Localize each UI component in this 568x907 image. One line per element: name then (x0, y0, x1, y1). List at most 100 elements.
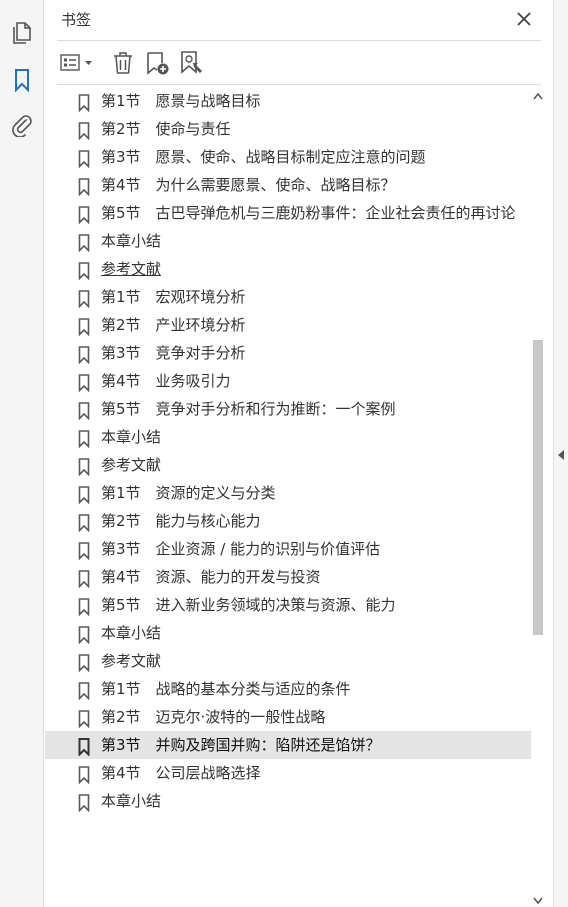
bookmark-item[interactable]: 第4节 公司层战略选择 (45, 759, 531, 787)
trash-icon (114, 52, 132, 74)
bookmark-icon (78, 290, 90, 308)
bookmark-icon (78, 94, 90, 112)
bookmark-label: 第3节 并购及跨国并购：陷阱还是馅饼？ (101, 736, 381, 754)
close-icon (517, 12, 531, 26)
bookmark-item[interactable]: 第4节 业务吸引力 (45, 367, 531, 395)
bookmark-item[interactable]: 第1节 战略的基本分类与适应的条件 (45, 675, 531, 703)
bookmark-label: 本章小结 (101, 428, 162, 446)
bookmark-icon (78, 542, 90, 560)
bookmark-label: 第5节 竞争对手分析和行为推断：一个案例 (101, 400, 396, 418)
bookmark-label: 参考文献 (101, 652, 162, 670)
bookmark-label: 第4节 业务吸引力 (101, 372, 231, 390)
bookmark-item[interactable]: 第1节 宏观环境分析 (45, 283, 531, 311)
bookmark-item[interactable]: 本章小结 (45, 423, 531, 451)
panel-title: 书签 (61, 11, 92, 29)
bookmark-item[interactable]: 第4节 资源、能力的开发与投资 (45, 563, 531, 591)
new-bookmark-button[interactable] (143, 49, 173, 77)
vertical-scrollbar[interactable] (531, 90, 545, 907)
bookmark-icon (78, 738, 90, 756)
bookmark-item[interactable]: 第2节 能力与核心能力 (45, 507, 531, 535)
bookmark-icon (78, 234, 90, 252)
bookmark-label: 第3节 竞争对手分析 (101, 344, 246, 362)
bookmark-icon (78, 346, 90, 364)
bookmark-item[interactable]: 第3节 竞争对手分析 (45, 339, 531, 367)
bookmark-item[interactable]: 第5节 古巴导弹危机与三鹿奶粉事件：企业社会责任的再讨论 (45, 199, 531, 227)
bookmark-icon (78, 430, 90, 448)
bookmark-item[interactable]: 参考文献 (45, 451, 531, 479)
scroll-down-arrow-icon[interactable] (533, 897, 543, 905)
bookmark-icon (78, 262, 90, 280)
bookmark-label: 第3节 愿景、使命、战略目标制定应注意的问题 (101, 148, 426, 166)
bookmark-icon (78, 794, 90, 812)
bookmark-icon (78, 598, 90, 616)
bookmark-icon (78, 654, 90, 672)
delete-bookmark-button[interactable] (109, 49, 137, 77)
add-bookmark-icon (147, 52, 169, 75)
attachments-button[interactable] (8, 111, 36, 139)
bookmark-icon (78, 178, 90, 196)
bookmark-label: 第1节 资源的定义与分类 (101, 484, 276, 502)
bookmark-icon (78, 122, 90, 140)
bookmark-icon (78, 318, 90, 336)
bookmark-icon (78, 766, 90, 784)
bookmarks-toolbar (57, 46, 547, 80)
scroll-up-arrow-icon[interactable] (533, 92, 543, 100)
bookmark-icon (78, 682, 90, 700)
bookmark-list: 第1节 愿景与战略目标 第2节 使命与责任第3节 愿景、使命、战略目标制定应注意的… (45, 85, 533, 907)
bookmark-icon (78, 150, 90, 168)
bookmark-icon (78, 626, 90, 644)
bookmark-label: 第2节 能力与核心能力 (101, 512, 261, 530)
close-panel-button[interactable] (515, 10, 533, 28)
bookmark-item[interactable]: 第3节 愿景、使命、战略目标制定应注意的问题 (45, 143, 531, 171)
bookmark-item[interactable]: 第3节 企业资源 / 能力的识别与价值评估 (45, 535, 531, 563)
bookmark-item[interactable]: 本章小结 (45, 227, 531, 255)
bookmark-label: 第1节 愿景与战略目标 (101, 92, 261, 110)
bookmarks-panel: 书签 第1节 愿景与战略目标 第2节 使命与责任 第3节 愿景、使命、战略目标制… (45, 0, 553, 907)
bookmark-item[interactable]: 第5节 进入新业务领域的决策与资源、能力 (45, 591, 531, 619)
bookmark-label: 第4节 为什么需要愿景、使命、战略目标？ (101, 176, 396, 194)
bookmark-search-icon (181, 51, 202, 74)
bookmark-item[interactable]: 参考文献 (45, 647, 531, 675)
bookmark-label: 第5节 古巴导弹危机与三鹿奶粉事件：企业社会责任的再讨论 (101, 204, 516, 222)
bookmark-icon (15, 69, 29, 92)
bookmark-item[interactable]: 本章小结 (45, 787, 531, 815)
page-thumbnails-button[interactable] (8, 19, 36, 47)
bookmark-item[interactable]: 第1节 愿景与战略目标 (45, 87, 531, 115)
pages-icon (13, 22, 31, 44)
scrollbar-thumb[interactable] (533, 340, 543, 635)
divider (57, 40, 541, 41)
bookmark-item[interactable]: 第2节 迈克尔·波特的一般性战略 (45, 703, 531, 731)
bookmark-icon (78, 374, 90, 392)
bookmark-icon (78, 514, 90, 532)
bookmark-item[interactable]: 第4节 为什么需要愿景、使命、战略目标？ (45, 171, 531, 199)
paperclip-icon (12, 115, 32, 137)
bookmark-label: 本章小结 (101, 232, 162, 250)
bookmark-item[interactable]: 参考文献 (45, 255, 531, 283)
bookmark-icon (78, 402, 90, 420)
bookmark-icon (78, 570, 90, 588)
bookmark-label: 参考文献 (101, 260, 162, 278)
bookmark-icon (78, 458, 90, 476)
bookmark-item[interactable]: 第2节 使命与责任 (45, 115, 531, 143)
bookmark-label: 第3节 企业资源 / 能力的识别与价值评估 (101, 540, 381, 558)
bookmark-item[interactable]: 第3节 并购及跨国并购：陷阱还是馅饼？ (45, 731, 531, 759)
bookmark-item[interactable]: 第1节 资源的定义与分类 (45, 479, 531, 507)
bookmark-label: 第2节 迈克尔·波特的一般性战略 (101, 708, 326, 726)
bookmark-label: 第1节 宏观环境分析 (101, 288, 246, 306)
bookmark-item[interactable]: 本章小结 (45, 619, 531, 647)
bookmark-label: 参考文献 (101, 456, 162, 474)
bookmark-icon (78, 710, 90, 728)
bookmark-item[interactable]: 第5节 竞争对手分析和行为推断：一个案例 (45, 395, 531, 423)
bookmarks-button[interactable] (8, 66, 36, 94)
collapse-arrow-icon[interactable] (557, 449, 565, 461)
find-bookmark-button[interactable] (177, 49, 207, 77)
bookmark-label: 第4节 公司层战略选择 (101, 764, 261, 782)
bookmark-label: 第2节 产业环境分析 (101, 316, 246, 334)
bookmark-label: 第4节 资源、能力的开发与投资 (101, 568, 321, 586)
bookmark-item[interactable]: 第2节 产业环境分析 (45, 311, 531, 339)
bookmark-label: 第2节 使命与责任 (101, 120, 231, 138)
bookmark-label: 第5节 进入新业务领域的决策与资源、能力 (101, 596, 396, 614)
options-menu-button[interactable] (59, 49, 95, 77)
right-collapse-strip[interactable] (553, 0, 568, 907)
list-options-icon (60, 54, 92, 71)
